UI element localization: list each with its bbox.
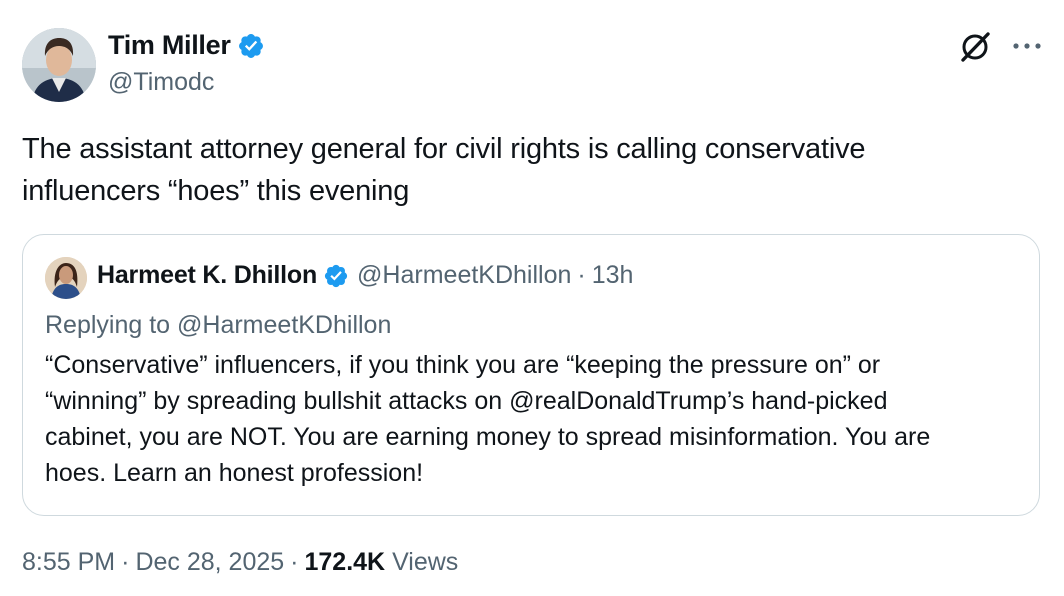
author-avatar[interactable] [22, 28, 96, 102]
quote-author-avatar[interactable] [45, 257, 87, 299]
quote-text: “Conservative” influencers, if you think… [45, 351, 931, 487]
quote-header: Harmeet K. Dhillon @HarmeetKDhillon · 13… [97, 261, 633, 290]
tweet-meta: 8:55 PM · Dec 28, 2025 · 172.4K Views [22, 548, 458, 577]
tweet-time[interactable]: 8:55 PM [22, 548, 115, 576]
views-count: 172.4K [304, 548, 386, 576]
author-name[interactable]: Tim Miller [108, 30, 231, 61]
separator-dot: · [577, 261, 586, 289]
grok-icon[interactable] [958, 30, 992, 64]
separator-dot: · [121, 548, 130, 576]
more-icon[interactable] [1010, 36, 1044, 56]
author-handle[interactable]: @Timodc [108, 68, 214, 97]
views-label: Views [392, 548, 459, 576]
tweet-date[interactable]: Dec 28, 2025 [135, 548, 284, 576]
separator-dot: · [290, 548, 299, 576]
quote-tweet-card[interactable]: Harmeet K. Dhillon @HarmeetKDhillon · 13… [22, 234, 1040, 516]
author-name-row[interactable]: Tim Miller [108, 30, 265, 61]
verified-badge-icon [238, 33, 263, 58]
quote-replying-to[interactable]: Replying to @HarmeetKDhillon [45, 311, 391, 340]
verified-badge-icon [324, 264, 348, 287]
quote-timestamp[interactable]: 13h [592, 261, 634, 290]
quote-author-name[interactable]: Harmeet K. Dhillon [97, 261, 317, 290]
tweet-text: The assistant attorney general for civil… [22, 133, 866, 207]
quote-author-handle[interactable]: @HarmeetKDhillon [357, 261, 571, 290]
